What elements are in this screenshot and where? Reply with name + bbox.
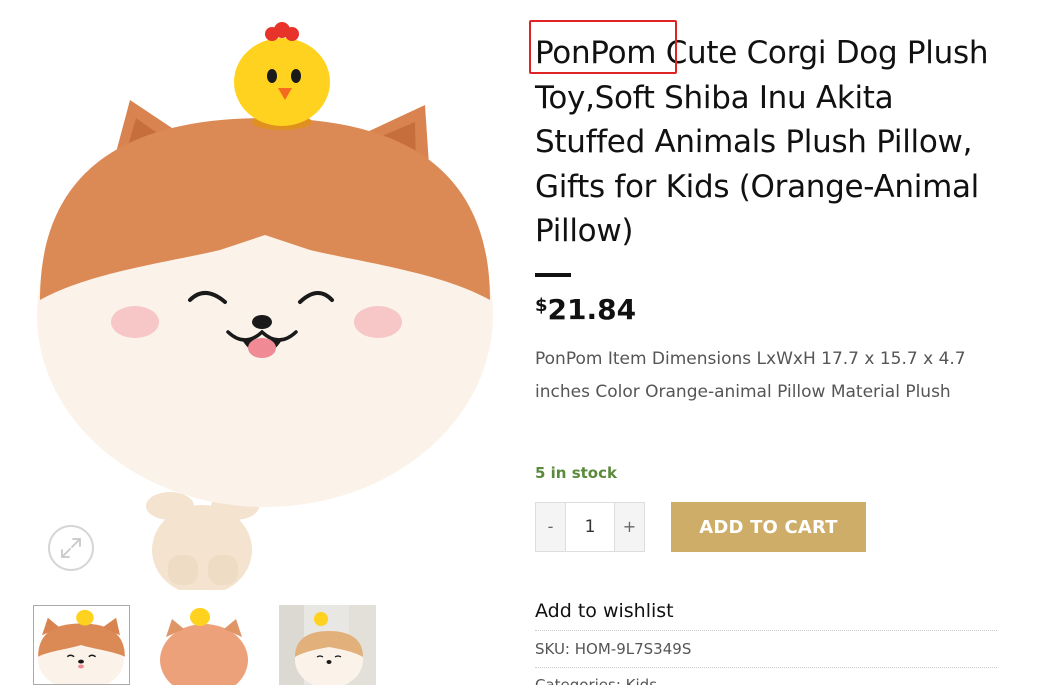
price-amount: 21.84	[547, 293, 637, 326]
product-gallery	[0, 0, 510, 685]
product-page: PonPom Cute Corgi Dog Plush Toy,Soft Shi…	[0, 0, 1041, 685]
thumbnail-back[interactable]	[156, 605, 253, 685]
expand-arrows-icon	[61, 538, 81, 558]
title-divider	[535, 273, 571, 277]
product-sku: SKU: HOM-9L7S349S	[535, 640, 691, 658]
quantity-increase-button[interactable]: +	[615, 503, 644, 551]
product-categories: Categories: Kids	[535, 676, 658, 685]
price-currency: $	[535, 295, 548, 316]
add-to-cart-button[interactable]: ADD TO CART	[671, 502, 866, 552]
stock-status: 5 in stock	[535, 464, 617, 482]
brand-highlight-box	[529, 20, 677, 74]
meta-divider	[535, 667, 997, 668]
thumbnail-front[interactable]	[33, 605, 130, 685]
sku-label: SKU:	[535, 640, 570, 658]
quantity-decrease-button[interactable]: -	[536, 503, 565, 551]
corgi-plush-illustration	[37, 22, 493, 590]
meta-divider	[535, 630, 997, 631]
thumbnail-lifestyle[interactable]	[279, 605, 376, 685]
product-price: $21.84	[535, 293, 636, 326]
quantity-input[interactable]	[565, 503, 615, 551]
sku-value: HOM-9L7S349S	[574, 640, 692, 658]
quantity-stepper: - +	[535, 502, 645, 552]
short-description: PonPom Item Dimensions LxWxH 17.7 x 15.7…	[535, 349, 966, 402]
thumbnail-strip	[33, 605, 383, 685]
zoom-button[interactable]	[48, 525, 94, 571]
main-product-image[interactable]	[20, 10, 510, 590]
add-to-wishlist-link[interactable]: Add to wishlist	[535, 600, 674, 622]
